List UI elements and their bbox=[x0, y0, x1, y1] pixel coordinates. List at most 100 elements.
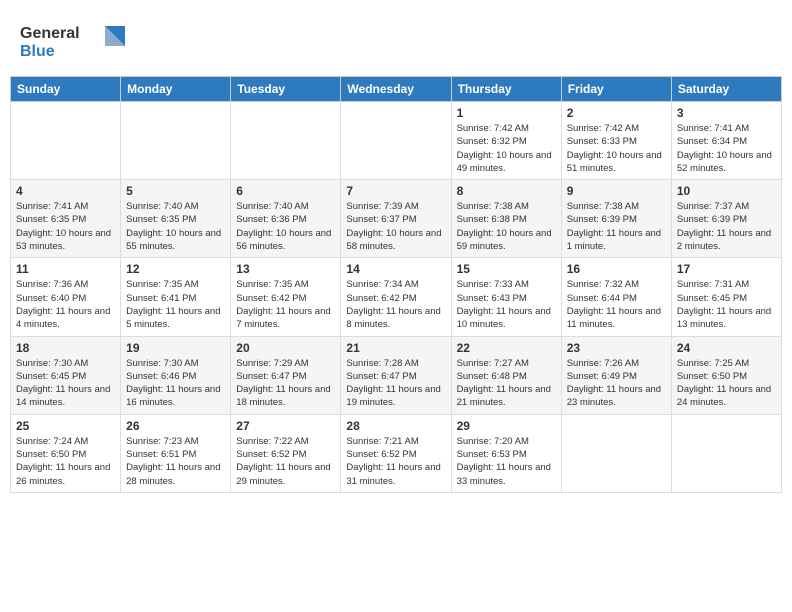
day-number: 9 bbox=[567, 184, 666, 198]
day-number: 16 bbox=[567, 262, 666, 276]
calendar-cell: 17 Sunrise: 7:31 AM Sunset: 6:45 PM Dayli… bbox=[671, 258, 781, 336]
day-info: Sunrise: 7:37 AM Sunset: 6:39 PM Dayligh… bbox=[677, 200, 776, 253]
day-number: 25 bbox=[16, 419, 115, 433]
calendar-cell: 23 Sunrise: 7:26 AM Sunset: 6:49 PM Dayli… bbox=[561, 336, 671, 414]
day-number: 7 bbox=[346, 184, 445, 198]
calendar-cell: 2 Sunrise: 7:42 AM Sunset: 6:33 PM Daylig… bbox=[561, 102, 671, 180]
calendar-cell bbox=[231, 102, 341, 180]
day-number: 4 bbox=[16, 184, 115, 198]
day-info: Sunrise: 7:36 AM Sunset: 6:40 PM Dayligh… bbox=[16, 278, 115, 331]
day-number: 26 bbox=[126, 419, 225, 433]
day-info: Sunrise: 7:34 AM Sunset: 6:42 PM Dayligh… bbox=[346, 278, 445, 331]
day-number: 8 bbox=[457, 184, 556, 198]
calendar-week-row: 18 Sunrise: 7:30 AM Sunset: 6:45 PM Dayli… bbox=[11, 336, 782, 414]
day-header-tuesday: Tuesday bbox=[231, 77, 341, 102]
day-info: Sunrise: 7:38 AM Sunset: 6:38 PM Dayligh… bbox=[457, 200, 556, 253]
day-info: Sunrise: 7:30 AM Sunset: 6:46 PM Dayligh… bbox=[126, 357, 225, 410]
day-info: Sunrise: 7:39 AM Sunset: 6:37 PM Dayligh… bbox=[346, 200, 445, 253]
day-header-saturday: Saturday bbox=[671, 77, 781, 102]
calendar-cell: 29 Sunrise: 7:20 AM Sunset: 6:53 PM Dayli… bbox=[451, 414, 561, 492]
calendar-cell: 20 Sunrise: 7:29 AM Sunset: 6:47 PM Dayli… bbox=[231, 336, 341, 414]
day-info: Sunrise: 7:40 AM Sunset: 6:36 PM Dayligh… bbox=[236, 200, 335, 253]
day-number: 27 bbox=[236, 419, 335, 433]
day-header-sunday: Sunday bbox=[11, 77, 121, 102]
day-number: 24 bbox=[677, 341, 776, 355]
day-info: Sunrise: 7:26 AM Sunset: 6:49 PM Dayligh… bbox=[567, 357, 666, 410]
day-info: Sunrise: 7:41 AM Sunset: 6:34 PM Dayligh… bbox=[677, 122, 776, 175]
day-info: Sunrise: 7:25 AM Sunset: 6:50 PM Dayligh… bbox=[677, 357, 776, 410]
day-info: Sunrise: 7:42 AM Sunset: 6:33 PM Dayligh… bbox=[567, 122, 666, 175]
calendar-header-row: SundayMondayTuesdayWednesdayThursdayFrid… bbox=[11, 77, 782, 102]
day-info: Sunrise: 7:22 AM Sunset: 6:52 PM Dayligh… bbox=[236, 435, 335, 488]
day-header-wednesday: Wednesday bbox=[341, 77, 451, 102]
calendar-cell: 22Sunrise: 7:27 AM Sunset: 6:48 PM Dayli… bbox=[451, 336, 561, 414]
calendar-week-row: 4 Sunrise: 7:41 AM Sunset: 6:35 PM Daylig… bbox=[11, 180, 782, 258]
day-number: 14 bbox=[346, 262, 445, 276]
day-number: 1 bbox=[457, 106, 556, 120]
day-info: Sunrise: 7:20 AM Sunset: 6:53 PM Dayligh… bbox=[457, 435, 556, 488]
day-info: Sunrise: 7:42 AM Sunset: 6:32 PM Dayligh… bbox=[457, 122, 556, 175]
calendar-cell bbox=[671, 414, 781, 492]
day-number: 21 bbox=[346, 341, 445, 355]
calendar-cell: 15Sunrise: 7:33 AM Sunset: 6:43 PM Dayli… bbox=[451, 258, 561, 336]
day-number: 20 bbox=[236, 341, 335, 355]
day-number: 12 bbox=[126, 262, 225, 276]
calendar-cell: 25Sunrise: 7:24 AM Sunset: 6:50 PM Dayli… bbox=[11, 414, 121, 492]
day-number: 5 bbox=[126, 184, 225, 198]
calendar-cell: 8 Sunrise: 7:38 AM Sunset: 6:38 PM Daylig… bbox=[451, 180, 561, 258]
calendar-cell: 10 Sunrise: 7:37 AM Sunset: 6:39 PM Dayli… bbox=[671, 180, 781, 258]
calendar-cell: 28Sunrise: 7:21 AM Sunset: 6:52 PM Dayli… bbox=[341, 414, 451, 492]
day-info: Sunrise: 7:35 AM Sunset: 6:41 PM Dayligh… bbox=[126, 278, 225, 331]
day-info: Sunrise: 7:41 AM Sunset: 6:35 PM Dayligh… bbox=[16, 200, 115, 253]
calendar-cell: 12 Sunrise: 7:35 AM Sunset: 6:41 PM Dayli… bbox=[121, 258, 231, 336]
calendar-week-row: 1 Sunrise: 7:42 AM Sunset: 6:32 PM Daylig… bbox=[11, 102, 782, 180]
day-number: 29 bbox=[457, 419, 556, 433]
calendar-week-row: 11 Sunrise: 7:36 AM Sunset: 6:40 PM Dayli… bbox=[11, 258, 782, 336]
day-info: Sunrise: 7:30 AM Sunset: 6:45 PM Dayligh… bbox=[16, 357, 115, 410]
calendar-table: SundayMondayTuesdayWednesdayThursdayFrid… bbox=[10, 76, 782, 493]
day-number: 22 bbox=[457, 341, 556, 355]
day-info: Sunrise: 7:28 AM Sunset: 6:47 PM Dayligh… bbox=[346, 357, 445, 410]
day-info: Sunrise: 7:35 AM Sunset: 6:42 PM Dayligh… bbox=[236, 278, 335, 331]
day-number: 6 bbox=[236, 184, 335, 198]
calendar-cell bbox=[121, 102, 231, 180]
day-info: Sunrise: 7:32 AM Sunset: 6:44 PM Dayligh… bbox=[567, 278, 666, 331]
calendar-cell: 27 Sunrise: 7:22 AM Sunset: 6:52 PM Dayli… bbox=[231, 414, 341, 492]
day-number: 13 bbox=[236, 262, 335, 276]
calendar-cell: 5Sunrise: 7:40 AM Sunset: 6:35 PM Daylig… bbox=[121, 180, 231, 258]
calendar-cell: 16 Sunrise: 7:32 AM Sunset: 6:44 PM Dayli… bbox=[561, 258, 671, 336]
calendar-cell: 13 Sunrise: 7:35 AM Sunset: 6:42 PM Dayli… bbox=[231, 258, 341, 336]
calendar-cell: 18 Sunrise: 7:30 AM Sunset: 6:45 PM Dayli… bbox=[11, 336, 121, 414]
day-info: Sunrise: 7:38 AM Sunset: 6:39 PM Dayligh… bbox=[567, 200, 666, 253]
calendar-cell: 9 Sunrise: 7:38 AM Sunset: 6:39 PM Daylig… bbox=[561, 180, 671, 258]
day-number: 3 bbox=[677, 106, 776, 120]
day-number: 11 bbox=[16, 262, 115, 276]
day-number: 17 bbox=[677, 262, 776, 276]
calendar-cell bbox=[341, 102, 451, 180]
day-header-monday: Monday bbox=[121, 77, 231, 102]
day-number: 18 bbox=[16, 341, 115, 355]
day-number: 10 bbox=[677, 184, 776, 198]
calendar-week-row: 25Sunrise: 7:24 AM Sunset: 6:50 PM Dayli… bbox=[11, 414, 782, 492]
day-number: 15 bbox=[457, 262, 556, 276]
calendar-cell: 1 Sunrise: 7:42 AM Sunset: 6:32 PM Daylig… bbox=[451, 102, 561, 180]
logo: General Blue bbox=[20, 18, 140, 68]
calendar-cell: 14 Sunrise: 7:34 AM Sunset: 6:42 PM Dayli… bbox=[341, 258, 451, 336]
day-header-friday: Friday bbox=[561, 77, 671, 102]
svg-text:Blue: Blue bbox=[20, 43, 55, 60]
day-info: Sunrise: 7:21 AM Sunset: 6:52 PM Dayligh… bbox=[346, 435, 445, 488]
calendar-cell: 11 Sunrise: 7:36 AM Sunset: 6:40 PM Dayli… bbox=[11, 258, 121, 336]
day-header-thursday: Thursday bbox=[451, 77, 561, 102]
header: General Blue bbox=[10, 10, 782, 72]
calendar-cell: 21 Sunrise: 7:28 AM Sunset: 6:47 PM Dayli… bbox=[341, 336, 451, 414]
day-number: 2 bbox=[567, 106, 666, 120]
day-number: 23 bbox=[567, 341, 666, 355]
logo-text: General Blue bbox=[20, 18, 140, 68]
calendar-cell: 3 Sunrise: 7:41 AM Sunset: 6:34 PM Daylig… bbox=[671, 102, 781, 180]
calendar-cell: 26Sunrise: 7:23 AM Sunset: 6:51 PM Dayli… bbox=[121, 414, 231, 492]
calendar-cell: 24 Sunrise: 7:25 AM Sunset: 6:50 PM Dayli… bbox=[671, 336, 781, 414]
day-number: 19 bbox=[126, 341, 225, 355]
calendar-cell: 19 Sunrise: 7:30 AM Sunset: 6:46 PM Dayli… bbox=[121, 336, 231, 414]
day-info: Sunrise: 7:29 AM Sunset: 6:47 PM Dayligh… bbox=[236, 357, 335, 410]
day-info: Sunrise: 7:31 AM Sunset: 6:45 PM Dayligh… bbox=[677, 278, 776, 331]
